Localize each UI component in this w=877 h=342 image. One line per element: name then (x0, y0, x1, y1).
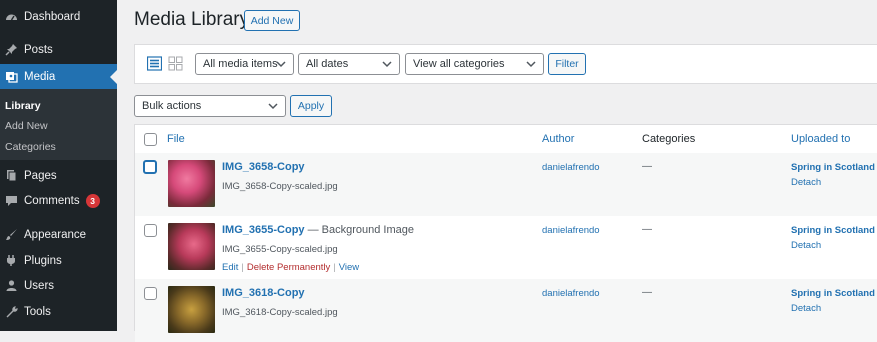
chevron-down-icon (275, 58, 287, 70)
filter-button[interactable]: Filter (548, 53, 586, 75)
media-toolbar: All media items All dates View all categ… (134, 44, 877, 84)
chevron-down-icon (267, 100, 279, 112)
media-filename: IMG_3655-Copy-scaled.jpg (222, 244, 338, 255)
submenu-add-new[interactable]: Add New (5, 120, 48, 132)
menu-item-comments[interactable]: Comments 3 (0, 188, 117, 213)
menu-label-pages: Pages (24, 169, 57, 182)
categories-value: — (642, 224, 652, 235)
main-content: Media Library Add New All media items Al… (117, 0, 877, 342)
chevron-down-icon (525, 58, 537, 70)
menu-item-pages[interactable]: Pages (0, 163, 117, 188)
wrench-icon (5, 305, 18, 318)
page-icon (5, 169, 18, 182)
menu-label-users: Users (24, 279, 55, 292)
paintbrush-icon (5, 228, 18, 241)
menu-label-comments: Comments (24, 194, 80, 207)
dashboard-icon (5, 10, 18, 23)
column-header-author[interactable]: Author (542, 133, 574, 145)
thumbnail-image[interactable] (168, 223, 215, 270)
detach-link[interactable]: Detach (791, 177, 821, 188)
bulk-actions-select[interactable]: Bulk actions (134, 95, 286, 117)
row-checkbox[interactable] (143, 160, 157, 174)
row-checkbox[interactable] (144, 224, 157, 237)
edit-link[interactable]: Edit (222, 262, 238, 273)
submenu-library[interactable]: Library (5, 100, 41, 112)
chevron-down-icon (381, 58, 393, 70)
media-filename: IMG_3618-Copy-scaled.jpg (222, 307, 338, 318)
categories-value: — (642, 161, 652, 172)
media-type-select[interactable]: All media items (195, 53, 294, 75)
categories-value: — (642, 287, 652, 298)
date-value: All dates (306, 58, 349, 70)
menu-label-appearance: Appearance (24, 228, 87, 241)
submenu-categories[interactable]: Categories (5, 141, 56, 153)
date-select[interactable]: All dates (298, 53, 400, 75)
author-link[interactable]: danielafrendo (542, 162, 600, 173)
pin-icon (5, 43, 18, 56)
media-title-link[interactable]: IMG_3658-Copy (222, 161, 305, 173)
row-checkbox[interactable] (144, 287, 157, 300)
detach-link[interactable]: Detach (791, 303, 821, 314)
table-row: IMG_3618-Copy IMG_3618-Copy-scaled.jpg d… (135, 279, 877, 342)
media-title-text: IMG_3655-Copy (222, 224, 305, 236)
author-link[interactable]: danielafrendo (542, 288, 600, 299)
menu-label-posts: Posts (24, 43, 53, 56)
select-all-checkbox[interactable] (144, 133, 157, 146)
media-submenu: Library Add New Categories (0, 89, 117, 160)
admin-sidebar: Dashboard Posts Media Library Add New Ca… (0, 0, 117, 331)
menu-item-appearance[interactable]: Appearance (0, 222, 117, 247)
uploaded-to-link[interactable]: Spring in Scotland (791, 225, 875, 236)
page-title: Media Library (134, 9, 250, 30)
uploaded-to-link[interactable]: Spring in Scotland (791, 162, 875, 173)
view-link[interactable]: View (339, 262, 359, 273)
detach-link[interactable]: Detach (791, 240, 821, 251)
column-header-categories: Categories (642, 133, 696, 145)
menu-label-dashboard: Dashboard (24, 10, 81, 23)
menu-label-media: Media (24, 70, 56, 83)
uploaded-to-link[interactable]: Spring in Scotland (791, 288, 875, 299)
add-new-button[interactable]: Add New (244, 10, 300, 31)
media-title-link[interactable]: IMG_3655-Copy — Background Image (222, 224, 414, 236)
apply-button[interactable]: Apply (290, 95, 332, 117)
thumbnail-image[interactable] (168, 160, 215, 207)
media-icon (5, 70, 18, 83)
category-value: View all categories (413, 58, 505, 70)
column-header-file[interactable]: File (167, 133, 185, 145)
menu-item-posts[interactable]: Posts (0, 37, 117, 62)
media-type-value: All media items (203, 58, 278, 70)
media-title-suffix: — Background Image (304, 224, 414, 236)
menu-label-plugins: Plugins (24, 254, 62, 267)
bulk-actions-value: Bulk actions (142, 100, 202, 112)
row-actions: Edit | Delete Permanently | View (222, 262, 360, 273)
media-table: File Author Categories Uploaded to IMG_3… (134, 124, 877, 342)
category-select[interactable]: View all categories (405, 53, 544, 75)
menu-item-plugins[interactable]: Plugins (0, 248, 117, 273)
table-row: IMG_3655-Copy — Background Image IMG_365… (135, 216, 877, 279)
plugin-icon (5, 254, 18, 267)
menu-item-dashboard[interactable]: Dashboard (0, 4, 117, 29)
menu-item-tools[interactable]: Tools (0, 299, 117, 324)
menu-item-users[interactable]: Users (0, 273, 117, 298)
column-header-uploaded-to[interactable]: Uploaded to (791, 133, 850, 145)
comment-count-badge: 3 (85, 193, 100, 208)
grid-view-icon[interactable] (168, 56, 183, 71)
media-title-link[interactable]: IMG_3618-Copy (222, 287, 305, 299)
comment-icon (5, 194, 18, 207)
table-row: IMG_3658-Copy IMG_3658-Copy-scaled.jpg d… (135, 153, 877, 216)
delete-permanently-link[interactable]: Delete Permanently (247, 262, 330, 273)
list-view-icon[interactable] (146, 56, 163, 71)
users-icon (5, 279, 18, 292)
menu-item-media[interactable]: Media (0, 64, 117, 89)
media-filename: IMG_3658-Copy-scaled.jpg (222, 181, 338, 192)
menu-label-tools: Tools (24, 305, 51, 318)
author-link[interactable]: danielafrendo (542, 225, 600, 236)
thumbnail-image[interactable] (168, 286, 215, 333)
